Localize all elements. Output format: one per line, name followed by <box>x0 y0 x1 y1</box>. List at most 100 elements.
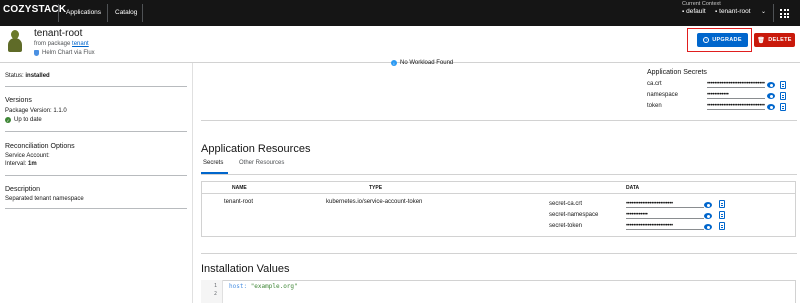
secret-key: namespace <box>647 92 679 98</box>
column-header-type: TYPE <box>369 185 383 191</box>
line-number: 1 <box>214 283 218 289</box>
eye-icon[interactable] <box>704 224 712 230</box>
helm-icon <box>34 50 39 56</box>
section-divider <box>201 120 797 121</box>
versions-heading: Versions <box>5 97 32 104</box>
copy-icon[interactable] <box>780 92 786 100</box>
interval: Interval: 1m <box>5 161 37 167</box>
up-to-date-status: ✓ Up to date <box>5 117 42 123</box>
trash-icon: 🗑 <box>757 37 766 44</box>
nav-applications[interactable]: Applications <box>66 9 101 16</box>
code-key: host: <box>229 283 248 290</box>
delete-button[interactable]: 🗑 DELETE <box>754 33 795 47</box>
no-workload-text: No Workload Found <box>400 60 454 66</box>
context-label: Current Context <box>682 1 721 7</box>
row-name: tenant-root <box>224 199 254 205</box>
divider <box>5 86 187 87</box>
tab-secrets[interactable]: Secrets <box>203 160 223 166</box>
delete-label: DELETE <box>768 37 792 43</box>
no-workload-message: i No Workload Found <box>391 60 453 66</box>
data-value-field[interactable]: •••••••••••••••••••••••••• <box>626 223 704 230</box>
helm-text: Helm Chart via Flux <box>42 50 95 56</box>
eye-icon[interactable] <box>767 104 775 110</box>
divider <box>142 4 143 22</box>
eye-icon[interactable] <box>767 93 775 99</box>
code-value: "example.org" <box>250 283 298 290</box>
nav-catalog[interactable]: Catalog <box>115 9 137 16</box>
from-package-prefix: from package <box>34 41 71 47</box>
data-key: secret-ca.crt <box>549 201 583 207</box>
column-header-data: DATA <box>626 185 640 191</box>
secret-value-field[interactable]: •••••••••••••••••••••••••••••••• <box>707 103 765 110</box>
divider <box>5 175 187 176</box>
secret-row-namespace: namespace •••••••••••• <box>647 91 792 101</box>
secret-key: token <box>647 103 662 109</box>
package-version-value: 1.1.0 <box>53 108 67 114</box>
editor-gutter <box>201 280 223 303</box>
upgrade-label: UPGRADE <box>712 37 742 43</box>
divider <box>5 208 187 209</box>
package-link[interactable]: tenant <box>72 41 89 47</box>
status-label: Status: <box>5 73 24 79</box>
row-type: kubernetes.io/service-account-token <box>326 199 423 205</box>
context-tenant: tenant-root <box>719 8 751 15</box>
from-package: from package tenant <box>34 41 89 47</box>
description-value: Separated tenant namespace <box>5 196 84 202</box>
divider <box>58 4 59 22</box>
data-value-field[interactable]: •••••••••••••••••••••••••• <box>626 201 704 208</box>
upgrade-button[interactable]: ↑ UPGRADE <box>697 33 748 47</box>
tab-other-resources[interactable]: Other Resources <box>239 160 284 166</box>
copy-icon[interactable] <box>780 81 786 89</box>
context-tenant-selector[interactable]: ▪ tenant-root <box>715 8 751 15</box>
section-divider <box>201 253 797 254</box>
secret-row-token: token •••••••••••••••••••••••••••••••• <box>647 102 792 112</box>
app-launcher-icon[interactable] <box>780 9 789 18</box>
status: Status: installed <box>5 73 50 79</box>
logo[interactable]: COZYSTACK <box>3 4 66 15</box>
package-avatar-icon <box>8 30 22 52</box>
copy-icon[interactable] <box>719 211 725 219</box>
data-key: secret-namespace <box>549 212 599 218</box>
sidebar-divider <box>192 63 193 303</box>
eye-icon[interactable] <box>704 213 712 219</box>
secret-row-ca-crt: ca.crt •••••••••••••••••••••••••••••••• <box>647 80 792 90</box>
data-value-field[interactable]: •••••••••••• <box>626 212 704 219</box>
line-number: 2 <box>214 291 218 297</box>
status-value: installed <box>25 73 50 79</box>
eye-icon[interactable] <box>767 82 775 88</box>
copy-icon[interactable] <box>780 103 786 111</box>
copy-icon[interactable] <box>719 200 725 208</box>
page-title: tenant-root <box>34 28 83 39</box>
context-namespace-selector[interactable]: ▪ default <box>682 8 706 15</box>
context-namespace: default <box>686 8 706 15</box>
package-version-label: Package Version: <box>5 108 52 114</box>
tabs-divider <box>201 174 797 175</box>
divider <box>5 131 187 132</box>
reconciliation-heading: Reconciliation Options <box>5 143 75 150</box>
code-line: host: "example.org" <box>229 283 298 290</box>
chevron-down-icon[interactable]: ⌄ <box>761 8 766 15</box>
service-account-label: Service Account: <box>5 153 50 159</box>
description-heading: Description <box>5 186 41 193</box>
divider <box>107 4 108 22</box>
package-version: Package Version: 1.1.0 <box>5 108 67 114</box>
application-secrets-title: Application Secrets <box>647 69 707 76</box>
arrow-up-circle-icon: ↑ <box>703 37 710 43</box>
divider <box>773 4 774 22</box>
up-to-date-label: Up to date <box>14 117 42 123</box>
info-icon: i <box>391 60 397 66</box>
namespace-icon: ▪ <box>682 8 685 15</box>
copy-icon[interactable] <box>719 222 725 230</box>
secret-key: ca.crt <box>647 81 662 87</box>
data-key: secret-token <box>549 223 583 229</box>
eye-icon[interactable] <box>704 202 712 208</box>
column-header-name: NAME <box>232 185 247 191</box>
interval-label: Interval: <box>5 161 27 167</box>
masthead: COZYSTACK Applications Catalog Current C… <box>0 0 800 26</box>
check-circle-icon: ✓ <box>5 117 11 123</box>
secret-value-field[interactable]: •••••••••••• <box>707 92 765 99</box>
interval-value: 1m <box>28 161 37 167</box>
helm-source: Helm Chart via Flux <box>34 50 95 56</box>
table-header-divider <box>201 193 796 194</box>
secret-value-field[interactable]: •••••••••••••••••••••••••••••••• <box>707 81 765 88</box>
